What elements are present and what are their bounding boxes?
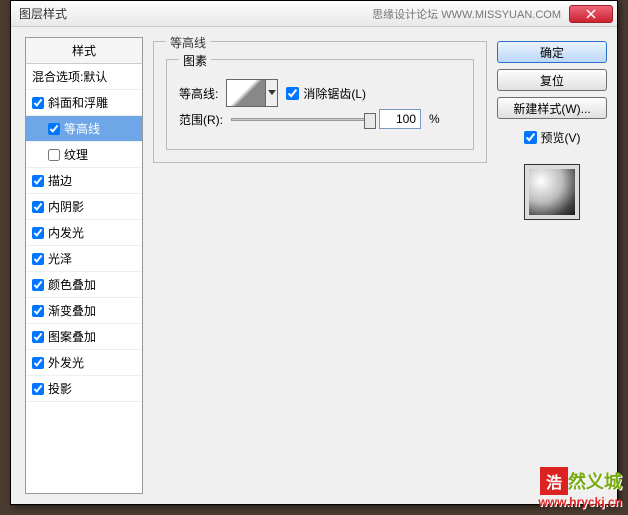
sidebar-item-checkbox[interactable] <box>48 149 60 161</box>
close-icon <box>586 9 596 19</box>
antialias-label: 消除锯齿(L) <box>303 85 366 102</box>
contour-label: 等高线: <box>179 85 218 102</box>
preview-swatch <box>524 164 580 220</box>
watermark: 浩然义城 www.hryckj.cn <box>538 467 622 509</box>
new-style-button[interactable]: 新建样式(W)... <box>497 97 607 119</box>
sidebar-item-checkbox[interactable] <box>32 201 44 213</box>
ok-button[interactable]: 确定 <box>497 41 607 63</box>
sidebar-item-label: 等高线 <box>64 120 100 137</box>
slider-thumb[interactable] <box>364 113 376 129</box>
layer-style-dialog: 图层样式 思缘设计论坛 WWW.MISSYUAN.COM 样式 混合选项:默认 … <box>10 0 618 505</box>
sidebar-item-label: 描边 <box>48 172 72 189</box>
sidebar-item-checkbox[interactable] <box>32 279 44 291</box>
sidebar-item-label: 内发光 <box>48 224 84 241</box>
contour-dropdown[interactable] <box>266 79 278 107</box>
range-slider[interactable] <box>231 118 371 121</box>
sidebar-item-checkbox[interactable] <box>32 227 44 239</box>
range-unit: % <box>429 112 440 126</box>
sidebar-item-label: 内阴影 <box>48 198 84 215</box>
preview-label: 预览(V) <box>541 129 581 146</box>
sidebar-item-label: 图案叠加 <box>48 328 96 345</box>
sidebar-item-5[interactable]: 内发光 <box>26 220 142 246</box>
sidebar-item-11[interactable]: 投影 <box>26 376 142 402</box>
watermark-logo: 浩 <box>540 467 568 495</box>
window-title: 图层样式 <box>15 5 372 22</box>
sidebar-item-checkbox[interactable] <box>32 97 44 109</box>
settings-panel: 等高线 图素 等高线: 消除锯齿(L) <box>143 37 497 494</box>
sidebar-item-label: 渐变叠加 <box>48 302 96 319</box>
group-title: 等高线 <box>166 34 210 51</box>
sidebar-item-checkbox[interactable] <box>48 123 60 135</box>
titlebar[interactable]: 图层样式 思缘设计论坛 WWW.MISSYUAN.COM <box>11 1 617 27</box>
cancel-button[interactable]: 复位 <box>497 69 607 91</box>
sidebar-item-label: 光泽 <box>48 250 72 267</box>
sidebar-item-3[interactable]: 描边 <box>26 168 142 194</box>
sidebar-header: 样式 <box>26 38 142 64</box>
watermark-text: 然义城 <box>568 468 622 494</box>
sidebar-item-checkbox[interactable] <box>32 175 44 187</box>
chevron-down-icon <box>268 90 276 96</box>
blending-options-row[interactable]: 混合选项:默认 <box>26 64 142 90</box>
sidebar-item-label: 斜面和浮雕 <box>48 94 108 111</box>
sidebar-item-7[interactable]: 颜色叠加 <box>26 272 142 298</box>
sidebar-item-10[interactable]: 外发光 <box>26 350 142 376</box>
watermark-url: www.hryckj.cn <box>538 495 622 509</box>
antialias-checkbox[interactable] <box>286 87 299 100</box>
preview-toggle[interactable]: 预览(V) <box>497 129 607 146</box>
sidebar-item-checkbox[interactable] <box>32 357 44 369</box>
sidebar-item-6[interactable]: 光泽 <box>26 246 142 272</box>
sidebar-item-checkbox[interactable] <box>32 305 44 317</box>
sidebar-item-checkbox[interactable] <box>32 331 44 343</box>
sidebar-item-2[interactable]: 纹理 <box>26 142 142 168</box>
sidebar-item-1[interactable]: 等高线 <box>26 116 142 142</box>
antialias-checkbox-wrap[interactable]: 消除锯齿(L) <box>286 85 366 102</box>
range-label: 范围(R): <box>179 111 223 128</box>
sidebar-item-label: 纹理 <box>64 146 88 163</box>
elements-title: 图素 <box>179 52 211 69</box>
range-input[interactable] <box>379 109 421 129</box>
preview-checkbox[interactable] <box>524 131 537 144</box>
sidebar-item-4[interactable]: 内阴影 <box>26 194 142 220</box>
contour-picker[interactable] <box>226 79 266 107</box>
sidebar-item-label: 颜色叠加 <box>48 276 96 293</box>
close-button[interactable] <box>569 5 613 23</box>
sidebar-item-0[interactable]: 斜面和浮雕 <box>26 90 142 116</box>
sidebar-item-checkbox[interactable] <box>32 253 44 265</box>
blending-label: 混合选项:默认 <box>32 68 107 85</box>
action-panel: 确定 复位 新建样式(W)... 预览(V) <box>497 37 607 494</box>
sidebar-item-checkbox[interactable] <box>32 383 44 395</box>
window-subtitle: 思缘设计论坛 WWW.MISSYUAN.COM <box>372 6 561 22</box>
sidebar-item-8[interactable]: 渐变叠加 <box>26 298 142 324</box>
styles-sidebar: 样式 混合选项:默认 斜面和浮雕等高线纹理描边内阴影内发光光泽颜色叠加渐变叠加图… <box>25 37 143 494</box>
sidebar-item-label: 投影 <box>48 380 72 397</box>
sidebar-item-label: 外发光 <box>48 354 84 371</box>
sidebar-item-9[interactable]: 图案叠加 <box>26 324 142 350</box>
